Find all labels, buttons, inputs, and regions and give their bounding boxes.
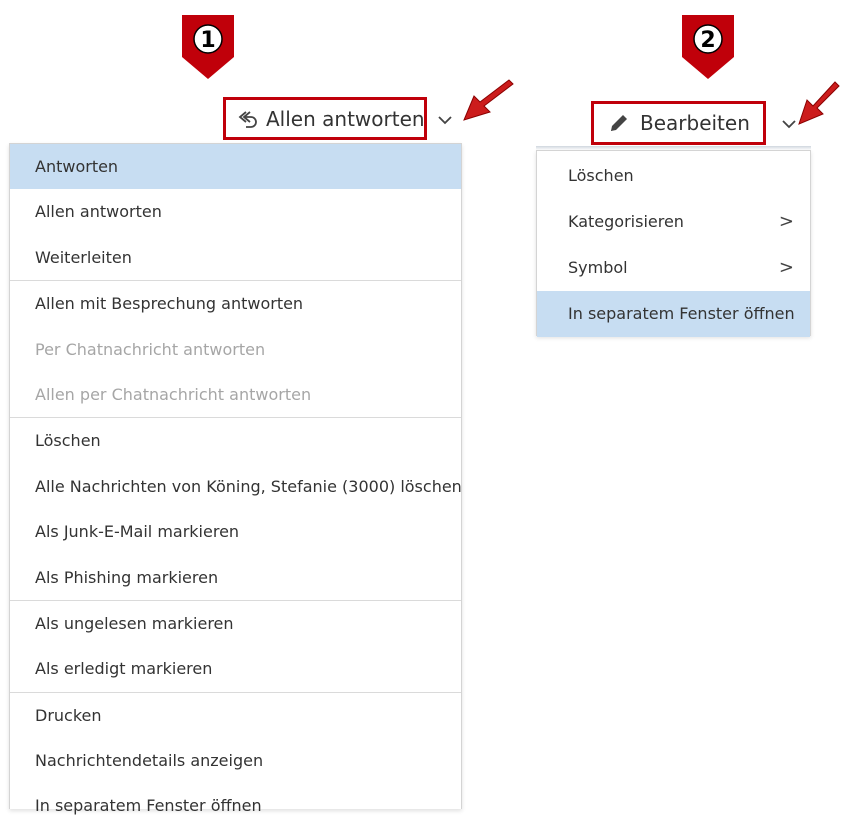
reply-all-button-label: Allen antworten <box>266 106 425 131</box>
menu-item-mark-as-unread[interactable]: Als ungelesen markieren <box>10 601 461 646</box>
menu-item-show-message-details[interactable]: Nachrichtendetails anzeigen <box>10 738 461 783</box>
menu-item-delete-all-from-sender[interactable]: Alle Nachrichten von Köning, Stefanie (3… <box>10 464 462 509</box>
callout-marker-2: 2 <box>682 15 734 79</box>
menu-item-label: Löschen <box>568 166 634 185</box>
menu-item-mark-as-junk[interactable]: Als Junk-E-Mail markieren <box>10 509 461 554</box>
callout-number: 2 <box>700 28 715 53</box>
chevron-down-icon[interactable] <box>776 111 802 137</box>
menu-item-reply-by-chat: Per Chatnachricht antworten <box>35 339 266 359</box>
edit-button[interactable]: Bearbeiten <box>591 101 766 145</box>
menu-item-reply-all[interactable]: Allen antworten <box>10 189 461 234</box>
menu-item-label: In separatem Fenster öffnen <box>568 304 795 323</box>
menu-item-delete[interactable]: Löschen <box>537 153 810 199</box>
menu-item-symbol[interactable]: Symbol > <box>537 245 810 291</box>
menu-item-label: Kategorisieren <box>568 212 684 231</box>
menu-item-print[interactable]: Drucken <box>10 693 461 738</box>
chevron-right-icon: > <box>778 211 794 232</box>
menu-item-reply[interactable]: Antworten <box>10 144 461 190</box>
menu-item-label: Symbol <box>568 258 628 277</box>
menu-item-open-in-separate-window[interactable]: In separatem Fenster öffnen <box>537 291 810 337</box>
chevron-down-icon[interactable] <box>432 107 458 133</box>
menu-item-mark-as-done[interactable]: Als erledigt markieren <box>10 646 461 691</box>
callout-number: 1 <box>200 28 215 53</box>
edit-button-label: Bearbeiten <box>640 111 750 135</box>
pencil-icon <box>608 112 630 134</box>
menu-item-delete[interactable]: Löschen <box>10 418 461 463</box>
callout-marker-1: 1 <box>182 15 234 79</box>
chevron-right-icon: > <box>778 257 794 278</box>
menu-item-reply-all-by-chat: Allen per Chatnachricht antworten <box>35 384 312 404</box>
reply-all-button[interactable]: Allen antworten <box>223 97 427 140</box>
reply-all-icon <box>236 108 258 130</box>
menu-item-forward[interactable]: Weiterleiten <box>10 235 461 280</box>
menu-item-categorize[interactable]: Kategorisieren > <box>537 199 810 245</box>
edit-dropdown-menu: Löschen Kategorisieren > Symbol > In sep… <box>536 150 811 337</box>
menu-item-open-in-separate-window[interactable]: In separatem Fenster öffnen <box>10 783 461 828</box>
menu-item-mark-as-phishing[interactable]: Als Phishing markieren <box>10 555 461 600</box>
red-arrow-icon <box>458 78 518 132</box>
reply-dropdown-menu: Antworten Allen antworten Weiterleiten A… <box>9 143 462 815</box>
menu-item-reply-all-with-meeting[interactable]: Allen mit Besprechung antworten <box>10 281 461 326</box>
